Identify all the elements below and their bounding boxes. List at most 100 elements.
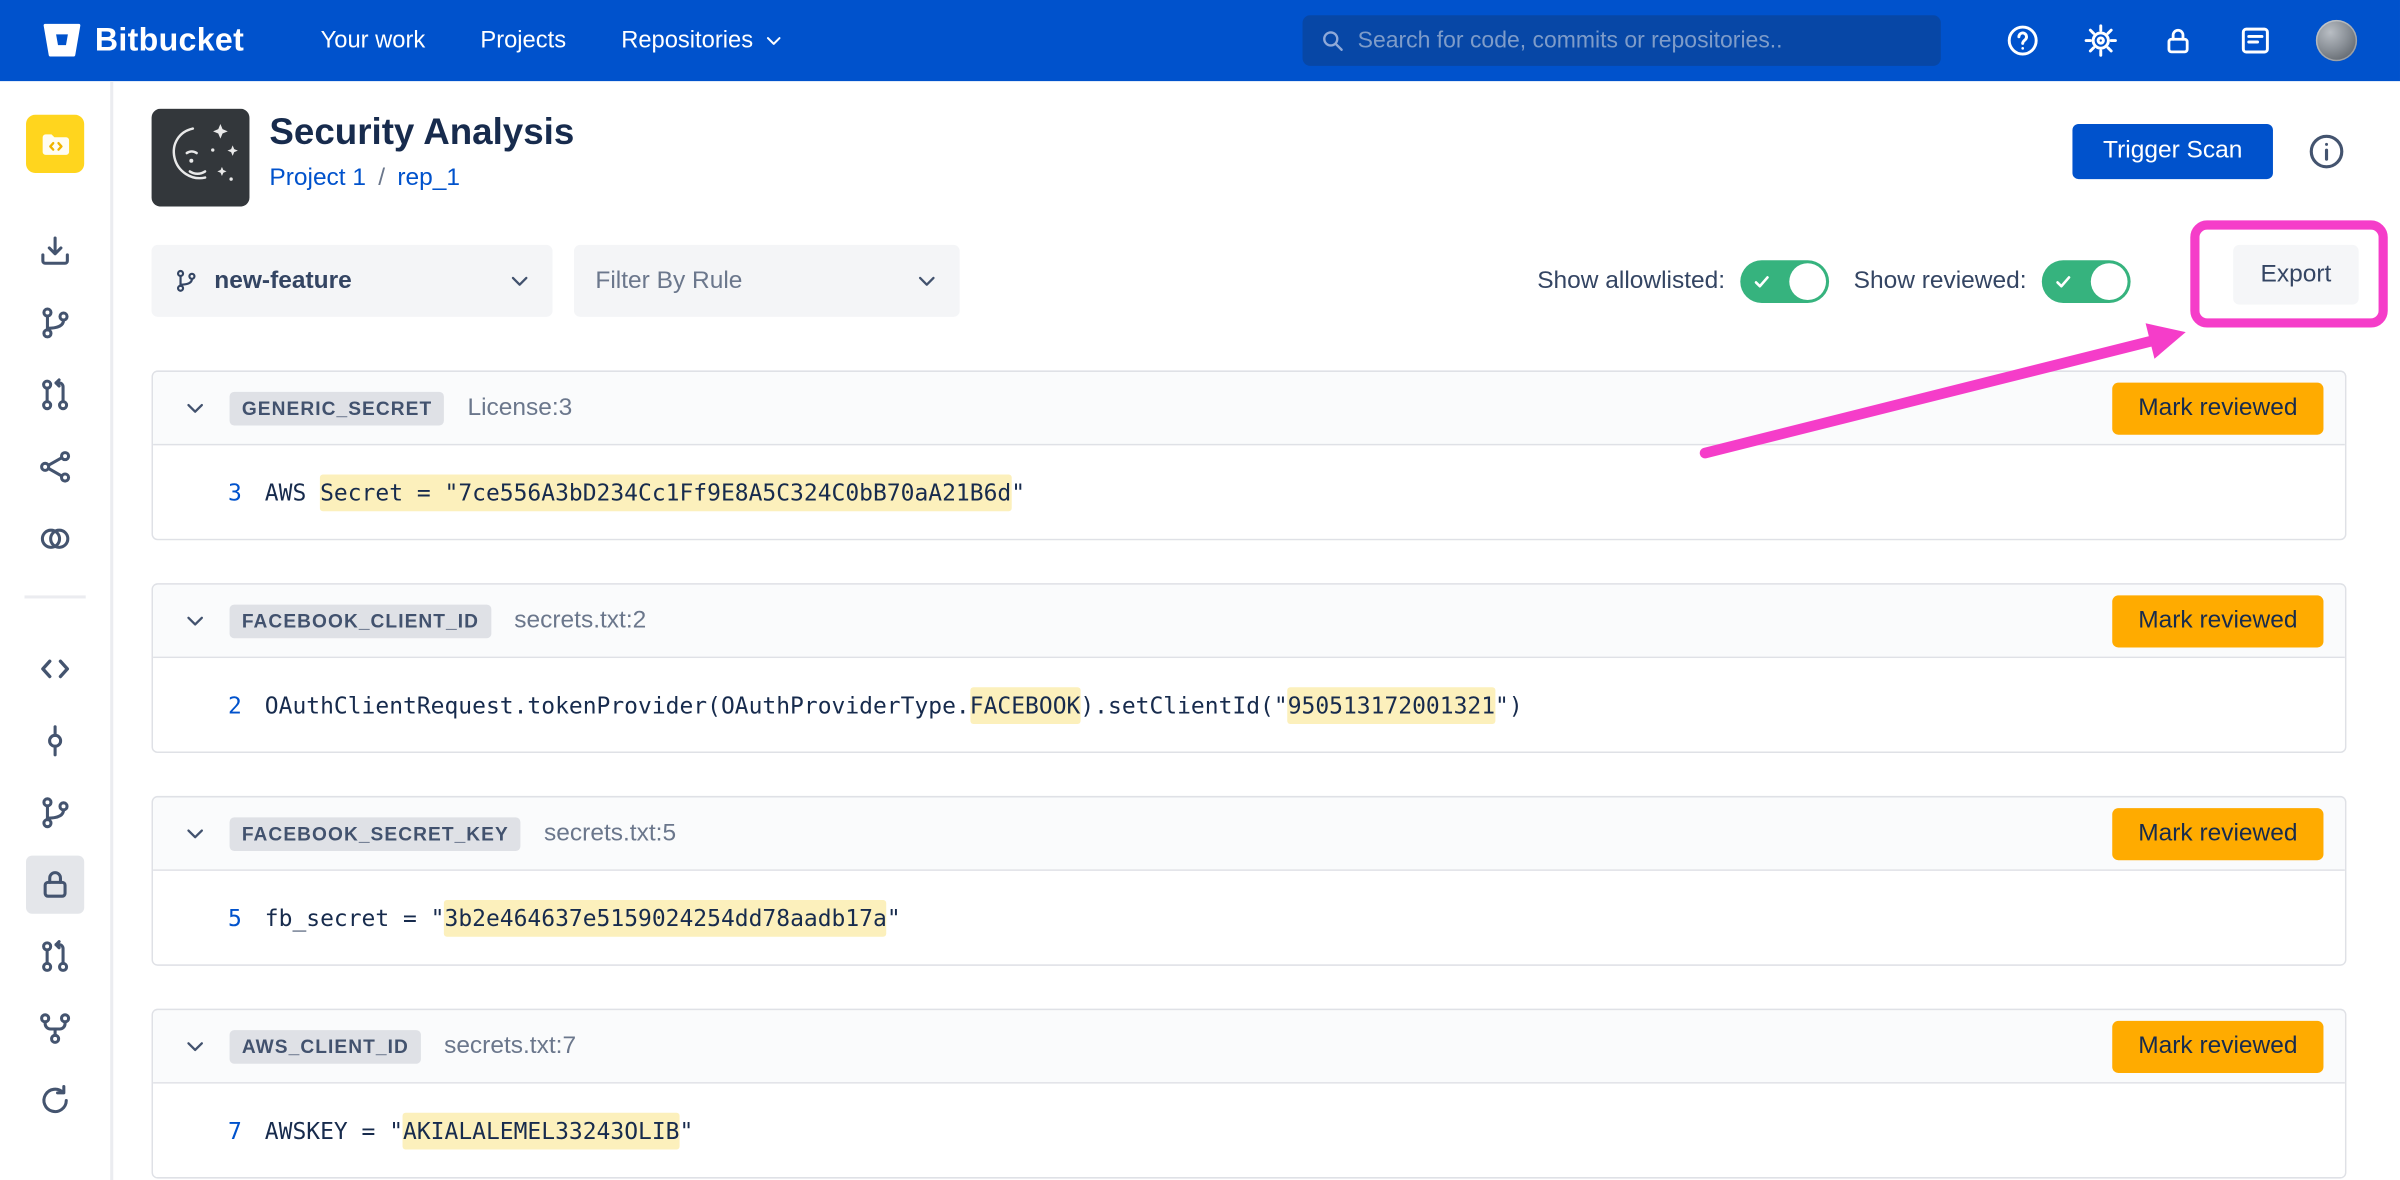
sidebar-divider (24, 595, 85, 598)
breadcrumb-project-link[interactable]: Project 1 (269, 165, 366, 193)
chevron-down-icon (915, 269, 938, 292)
code-segment: AWSKEY = " (265, 1117, 403, 1145)
finding-location: secrets.txt:5 (544, 820, 676, 848)
nav-your-work[interactable]: Your work (321, 27, 426, 55)
code-text: fb_secret = "3b2e464637e5159024254dd78aa… (265, 904, 901, 932)
header-actions: Trigger Scan (2072, 109, 2346, 179)
finding-location: secrets.txt:2 (514, 607, 646, 635)
chevron-down-icon (508, 269, 531, 292)
line-number: 5 (214, 904, 242, 932)
nav-your-work-label: Your work (321, 27, 426, 55)
finding-header: AWS_CLIENT_ID secrets.txt:7 Mark reviewe… (153, 1010, 2345, 1083)
code-segment: ).setClientId(" (1080, 691, 1287, 719)
rule-badge: GENERIC_SECRET (230, 391, 445, 425)
brand-name: Bitbucket (95, 22, 244, 59)
rule-filter-value: Filter By Rule (595, 267, 742, 295)
rule-badge: FACEBOOK_SECRET_KEY (230, 817, 522, 851)
mark-reviewed-button[interactable]: Mark reviewed (2112, 595, 2323, 647)
repo-folder-icon (37, 126, 72, 161)
pull-requests-icon[interactable] (26, 366, 84, 424)
breadcrumb-repo-link[interactable]: rep_1 (397, 165, 460, 193)
line-number: 7 (214, 1117, 242, 1145)
pipelines-icon[interactable] (26, 438, 84, 496)
code-segment: fb_secret = " (265, 904, 445, 932)
secret-highlight: FACEBOOK (970, 686, 1081, 723)
nav-repositories-label: Repositories (621, 27, 753, 55)
settings-gear-icon[interactable] (2083, 23, 2118, 58)
toggle-knob (1789, 262, 1826, 299)
collapse-chevron-icon[interactable] (179, 393, 210, 424)
secret-highlight: AKIALALEMEL33243OLIB (403, 1112, 679, 1149)
code-line: 2 OAuthClientRequest.tokenProvider(OAuth… (153, 658, 2345, 751)
code-line: 3 AWS Secret = "7ce556A3bD234Cc1Ff9E8A5C… (153, 445, 2345, 538)
primary-nav: Your work Projects Repositories (321, 27, 784, 55)
secret-highlight: Secret = "7ce556A3bD234Cc1Ff9E8A5C324C0b… (320, 474, 1011, 511)
finding-header: FACEBOOK_SECRET_KEY secrets.txt:5 Mark r… (153, 797, 2345, 870)
search-bar[interactable] (1303, 15, 1941, 66)
bitbucket-logo[interactable]: Bitbucket (43, 22, 244, 59)
pull-requests-icon[interactable] (26, 928, 84, 986)
secret-highlight: 950513172001321 (1288, 686, 1495, 723)
finding-card: GENERIC_SECRET License:3 Mark reviewed 3… (152, 370, 2347, 540)
clone-icon[interactable] (26, 222, 84, 280)
code-text: AWSKEY = "AKIALALEMEL33243OLIB" (265, 1117, 694, 1145)
show-allowlisted-toggle[interactable] (1740, 259, 1829, 302)
finding-header: GENERIC_SECRET License:3 Mark reviewed (153, 372, 2345, 445)
code-segment: " (679, 1117, 693, 1145)
search-icon (1319, 28, 1345, 54)
code-text: OAuthClientRequest.tokenProvider(OAuthPr… (265, 691, 1523, 719)
show-reviewed-toggle[interactable] (2042, 259, 2131, 302)
branches-icon[interactable] (26, 784, 84, 842)
show-allowlisted-label: Show allowlisted: (1537, 267, 1725, 295)
nav-projects-label: Projects (480, 27, 566, 55)
code-line: 7 AWSKEY = "AKIALALEMEL33243OLIB" (153, 1084, 2345, 1177)
help-icon[interactable] (2005, 23, 2040, 58)
finding-location: secrets.txt:7 (444, 1032, 576, 1060)
rule-filter-dropdown[interactable]: Filter By Rule (574, 245, 960, 317)
code-segment: AWS (265, 478, 320, 506)
nav-repositories[interactable]: Repositories (621, 27, 783, 55)
commits-icon[interactable] (26, 712, 84, 770)
sync-icon[interactable] (26, 1071, 84, 1129)
breadcrumb: Project 1 / rep_1 (269, 165, 574, 193)
page-header: Security Analysis Project 1 / rep_1 Trig… (152, 109, 2347, 207)
security-lock-icon[interactable] (26, 856, 84, 914)
show-reviewed-label: Show reviewed: (1854, 267, 2027, 295)
user-avatar[interactable] (2316, 20, 2357, 61)
repo-sidebar (0, 81, 113, 1180)
compare-icon[interactable] (26, 510, 84, 568)
chevron-down-icon (764, 31, 784, 51)
export-button[interactable]: Export (2233, 245, 2359, 305)
notes-icon[interactable] (2238, 23, 2273, 58)
code-text: AWS Secret = "7ce556A3bD234Cc1Ff9E8A5C32… (265, 478, 1025, 506)
lock-icon[interactable] (2161, 24, 2195, 58)
line-number: 3 (214, 478, 242, 506)
findings-list: GENERIC_SECRET License:3 Mark reviewed 3… (152, 370, 2347, 1178)
branch-selector[interactable]: new-feature (152, 245, 553, 317)
mark-reviewed-button[interactable]: Mark reviewed (2112, 1020, 2323, 1072)
code-segment: " (887, 904, 901, 932)
collapse-chevron-icon[interactable] (179, 1031, 210, 1062)
nav-projects[interactable]: Projects (480, 27, 566, 55)
collapse-chevron-icon[interactable] (179, 818, 210, 849)
navbar-actions (2005, 20, 2357, 61)
forks-icon[interactable] (26, 999, 84, 1057)
top-navbar: Bitbucket Your work Projects Repositorie… (0, 0, 2400, 81)
toggle-knob (2091, 262, 2128, 299)
branches-icon[interactable] (26, 294, 84, 352)
mark-reviewed-button[interactable]: Mark reviewed (2112, 807, 2323, 859)
mark-reviewed-button[interactable]: Mark reviewed (2112, 382, 2323, 434)
rule-badge: AWS_CLIENT_ID (230, 1029, 422, 1063)
search-input[interactable] (1358, 28, 1924, 54)
trigger-scan-button[interactable]: Trigger Scan (2072, 124, 2273, 179)
repository-avatar[interactable] (26, 115, 84, 173)
bitbucket-icon (43, 23, 81, 58)
source-code-icon[interactable] (26, 640, 84, 698)
code-line: 5 fb_secret = "3b2e464637e5159024254dd78… (153, 871, 2345, 964)
finding-card: FACEBOOK_CLIENT_ID secrets.txt:2 Mark re… (152, 583, 2347, 753)
finding-card: FACEBOOK_SECRET_KEY secrets.txt:5 Mark r… (152, 796, 2347, 966)
collapse-chevron-icon[interactable] (179, 605, 210, 636)
info-icon[interactable] (2307, 132, 2347, 172)
check-icon (2054, 272, 2072, 290)
secret-highlight: 3b2e464637e5159024254dd78aadb17a (444, 899, 886, 936)
